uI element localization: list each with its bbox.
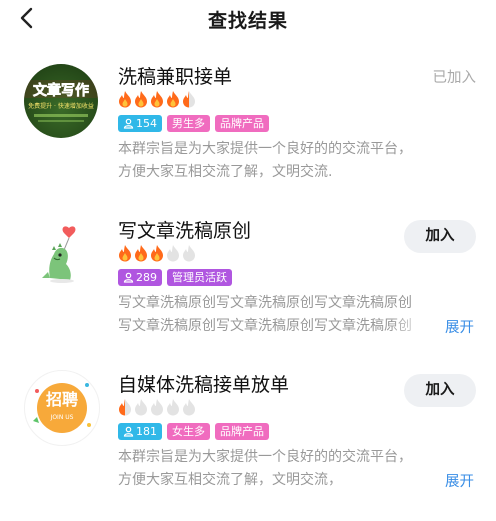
person-icon [123, 426, 134, 437]
joined-status: 已加入 [432, 70, 477, 86]
group-item[interactable]: 写文章洗稿原创 289 管理员活跃 写文章洗稿原创写文章洗稿原创写文章洗稿原创 … [0, 210, 496, 350]
flame-icon [119, 245, 131, 262]
flame-empty-icon [183, 399, 195, 416]
flame-empty-icon [151, 399, 163, 416]
group-description: 本群宗旨是为大家提供一个良好的的交流平台， 方便大家互相交流了解，文明交流. [118, 141, 412, 180]
dinosaur-icon [42, 226, 76, 283]
activity-rating [118, 244, 196, 262]
member-count-tag: 289 [118, 269, 162, 286]
group-avatar [24, 216, 98, 290]
person-icon [123, 118, 134, 129]
tag-gender: 男生多 [167, 115, 210, 132]
expand-link[interactable]: 展开 [439, 316, 474, 337]
flame-empty-icon [135, 399, 147, 416]
flame-icon [135, 91, 147, 108]
flame-half-icon [183, 91, 195, 108]
member-count-tag: 154 [118, 115, 162, 132]
svg-text:JOIN US: JOIN US [50, 414, 74, 421]
svg-text:招聘: 招聘 [46, 390, 78, 409]
group-avatar: 招聘 JOIN US [24, 370, 100, 446]
group-name: 自媒体洗稿接单放单 [118, 374, 290, 396]
flame-icon [119, 91, 131, 108]
flame-empty-icon [167, 399, 179, 416]
tag-category: 品牌产品 [215, 423, 269, 440]
flame-icon [151, 91, 163, 108]
flame-empty-icon [167, 245, 179, 262]
activity-rating [118, 90, 196, 108]
group-item[interactable]: 招聘 JOIN US 自媒体洗稿接单放单 181 女生多 品牌产品 本群宗旨是为… [0, 364, 496, 504]
person-icon [123, 272, 134, 283]
tag-category: 品牌产品 [215, 115, 269, 132]
group-name: 写文章洗稿原创 [118, 220, 252, 242]
join-button[interactable]: 加入 [404, 220, 476, 253]
svg-text:免费提升 · 快速增加收益: 免费提升 · 快速增加收益 [28, 102, 94, 110]
tag-gender: 女生多 [167, 423, 210, 440]
flame-half-icon [119, 399, 131, 416]
flame-empty-icon [183, 245, 195, 262]
group-description: 本群宗旨是为大家提供一个良好的的交流平台， 方便大家互相交流了解，文明交流， [118, 449, 412, 488]
tag-list: 154 男生多 品牌产品 [118, 115, 269, 132]
flame-icon [151, 245, 163, 262]
group-name: 洗稿兼职接单 [118, 66, 233, 88]
join-button[interactable]: 加入 [404, 374, 476, 407]
activity-rating [118, 398, 196, 416]
tag-admin-active: 管理员活跃 [167, 269, 232, 286]
tag-list: 181 女生多 品牌产品 [118, 423, 269, 440]
page-title: 查找结果 [207, 10, 288, 32]
flame-icon [135, 245, 147, 262]
top-bar: 查找结果 [0, 0, 496, 40]
expand-link[interactable]: 展开 [439, 470, 474, 491]
svg-text:文章写作: 文章写作 [33, 82, 89, 99]
flame-icon [167, 91, 179, 108]
text-fade [392, 315, 428, 338]
member-count-tag: 181 [118, 423, 162, 440]
group-avatar: 文章写作 免费提升 · 快速增加收益 [24, 64, 98, 138]
group-item[interactable]: 文章写作 免费提升 · 快速增加收益 洗稿兼职接单 154 男生多 品牌产品 本… [0, 56, 496, 196]
tag-list: 289 管理员活跃 [118, 269, 232, 286]
